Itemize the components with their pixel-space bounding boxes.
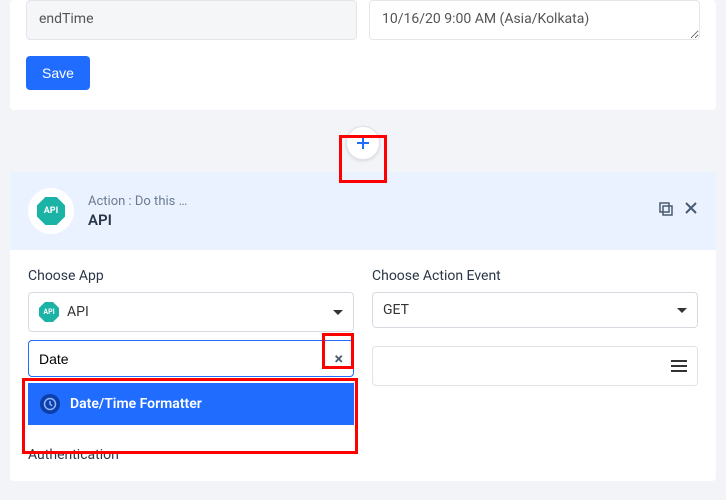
add-step-button[interactable] — [346, 126, 380, 160]
param-name-field[interactable]: endTime — [26, 0, 357, 40]
chevron-down-icon — [333, 310, 343, 315]
options-bar[interactable] — [372, 346, 698, 386]
choose-app-select[interactable]: API API — [28, 292, 354, 332]
add-step-row — [0, 110, 726, 172]
choose-action-column: Choose Action Event GET — [372, 268, 698, 425]
app-icon-circle: API — [28, 188, 74, 234]
dropdown-option-label: Date/Time Formatter — [70, 396, 202, 412]
api-icon: API — [37, 197, 65, 225]
action-header: API Action : Do this … API — [10, 172, 716, 250]
action-subtitle: Action : Do this … — [88, 194, 187, 209]
choose-app-column: Choose App API API × Date/Time — [28, 268, 354, 425]
action-header-controls — [658, 201, 698, 221]
close-icon[interactable] — [684, 201, 698, 221]
app-search-input-wrap: × — [28, 340, 354, 377]
app-search-input[interactable] — [39, 351, 335, 367]
choose-app-label: Choose App — [28, 268, 354, 284]
plus-icon — [355, 135, 371, 151]
api-icon: API — [39, 302, 59, 322]
chevron-down-icon — [677, 308, 687, 313]
clear-search-icon[interactable]: × — [335, 349, 344, 368]
dropdown-option-date-time-formatter[interactable]: Date/Time Formatter — [28, 383, 354, 425]
menu-icon — [671, 360, 687, 372]
action-title-block: Action : Do this … API — [88, 194, 187, 229]
param-value-field[interactable]: 10/16/20 9:00 AM (Asia/Kolkata) — [369, 0, 700, 40]
field-row: endTime 10/16/20 9:00 AM (Asia/Kolkata) — [26, 0, 700, 40]
top-config-card: endTime 10/16/20 9:00 AM (Asia/Kolkata) … — [10, 0, 716, 110]
copy-icon[interactable] — [658, 201, 674, 221]
clock-icon — [40, 394, 60, 414]
save-button[interactable]: Save — [26, 56, 90, 90]
action-card: API Action : Do this … API Choose App — [10, 172, 716, 481]
action-title: API — [88, 211, 187, 229]
choose-action-select[interactable]: GET — [372, 292, 698, 328]
action-body: Choose App API API × Date/Time — [10, 250, 716, 481]
choose-action-value: GET — [383, 302, 409, 318]
choose-app-value: API — [67, 304, 89, 320]
choose-action-label: Choose Action Event — [372, 268, 698, 284]
authentication-label: Authentication — [28, 447, 698, 463]
